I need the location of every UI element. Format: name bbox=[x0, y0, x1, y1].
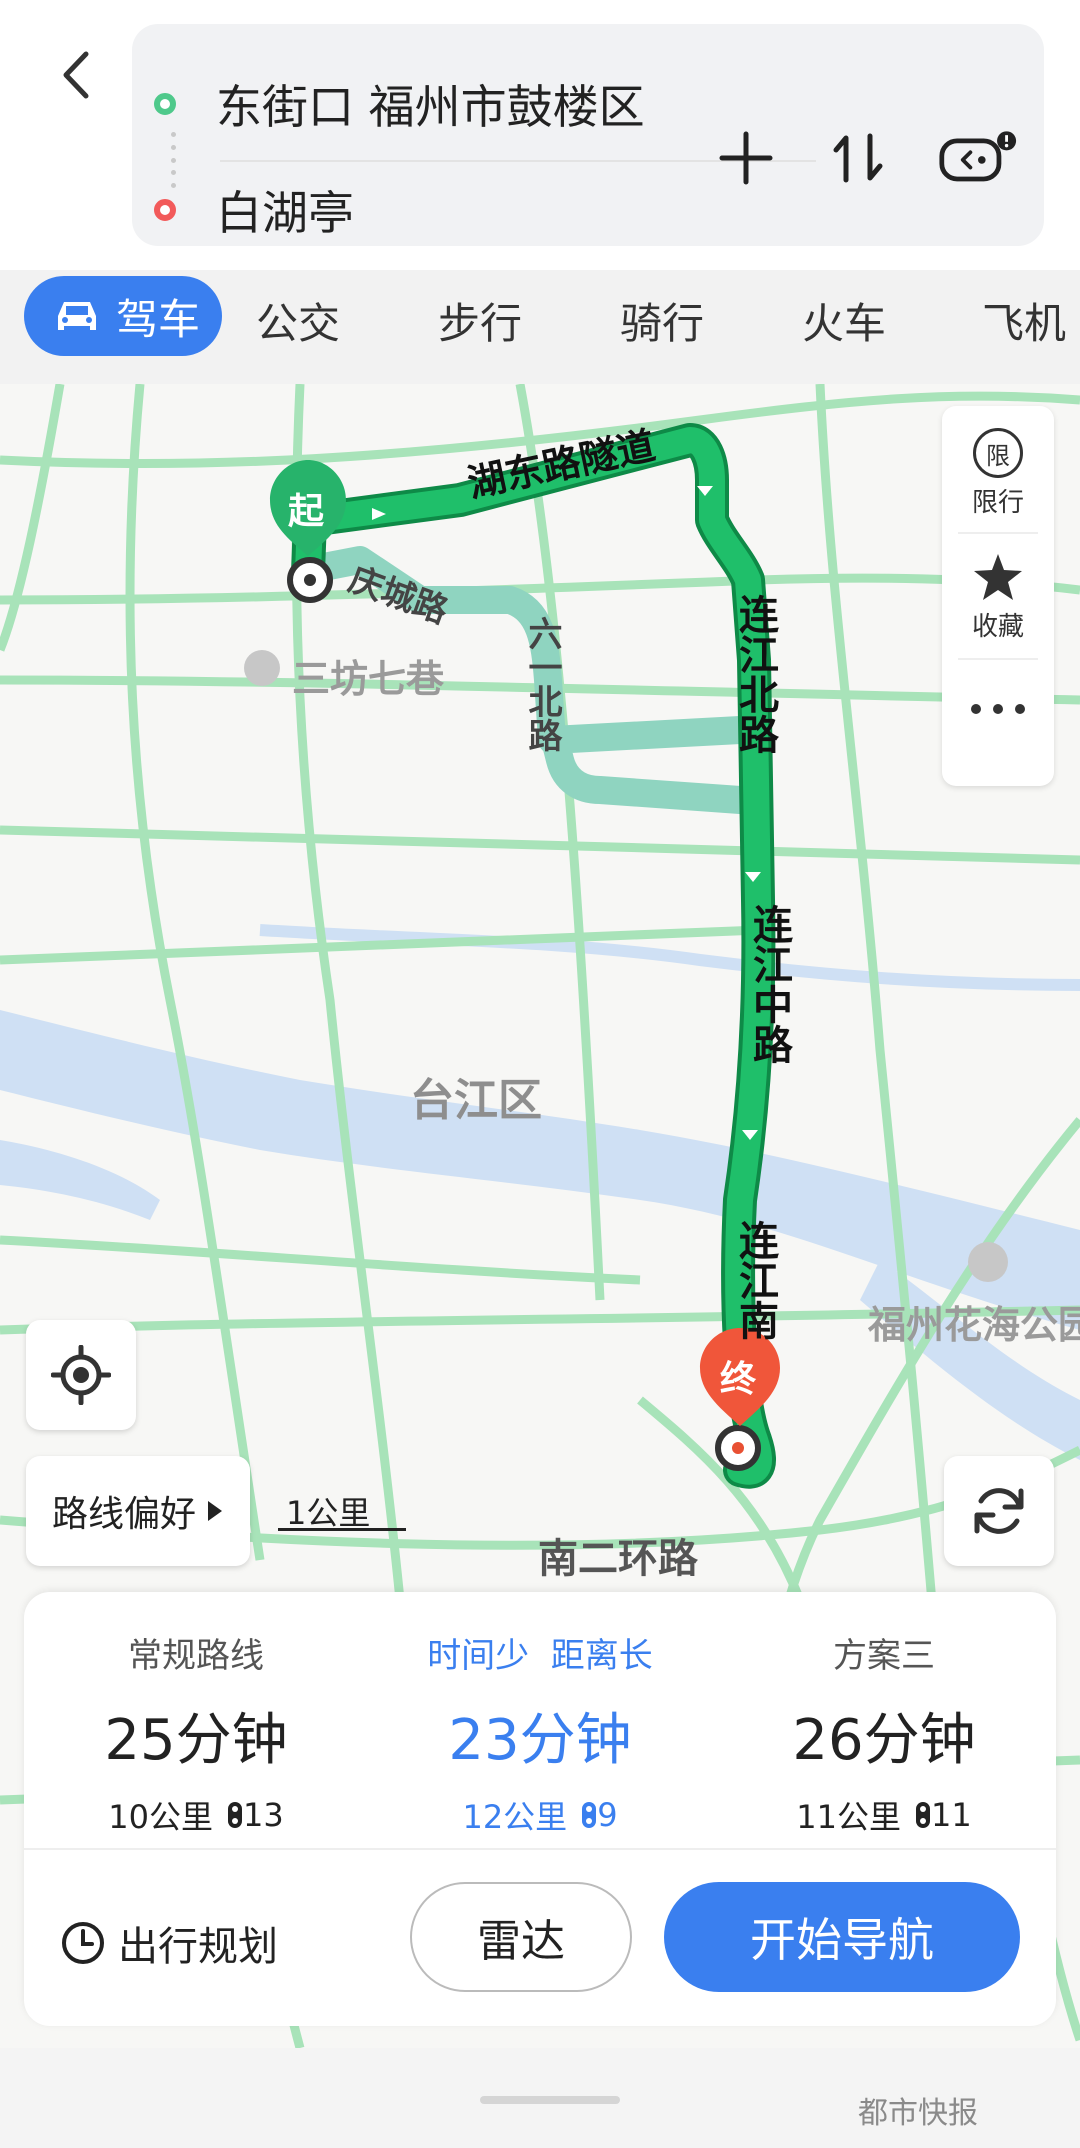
trip-plan-label: 出行规划 bbox=[118, 1924, 278, 1970]
park-icon bbox=[968, 1242, 1008, 1282]
traffic-light-icon: 11 bbox=[915, 1796, 972, 1834]
route-option-2[interactable]: 时间少 距离长 23分钟 12公里 9 bbox=[368, 1628, 712, 1838]
route-meta: 12公里 9 bbox=[368, 1792, 712, 1838]
tab-cycle[interactable]: 骑行 bbox=[620, 290, 704, 351]
more-options-button[interactable] bbox=[938, 118, 1018, 198]
traffic-light-icon: 9 bbox=[581, 1796, 618, 1834]
vehicle-settings-icon bbox=[939, 131, 1017, 182]
swap-icon bbox=[833, 133, 883, 183]
favorite-label: 收藏 bbox=[971, 612, 1024, 642]
origin-field[interactable]: 东街口 福州市鼓楼区 bbox=[132, 54, 645, 154]
back-button[interactable] bbox=[40, 40, 110, 110]
add-waypoint-button[interactable] bbox=[706, 118, 786, 198]
scale-bar bbox=[278, 1528, 406, 1531]
route-distance: 10公里 bbox=[108, 1798, 213, 1836]
origin-dot-icon bbox=[154, 93, 176, 115]
triangle-right-icon bbox=[208, 1501, 222, 1521]
tab-drive[interactable]: 驾车 bbox=[24, 276, 222, 356]
map-scale: 1公里 bbox=[278, 1488, 408, 1534]
destination-text: 白湖亭 bbox=[216, 186, 354, 240]
divider bbox=[24, 1848, 1056, 1850]
route-time: 25分钟 bbox=[104, 1708, 288, 1773]
label-ring-road: 南二环路 bbox=[538, 1536, 698, 1582]
label-sanfang: 三坊七巷 bbox=[292, 657, 445, 701]
label-lianjiang-mid: 连江中路 bbox=[746, 904, 792, 1064]
origin-text: 东街口 福州市鼓楼区 bbox=[216, 80, 645, 134]
label-liuyi: 六一北路 bbox=[522, 616, 562, 752]
watermark: 都市快报 bbox=[858, 2096, 978, 2131]
river bbox=[0, 1010, 1080, 1330]
home-indicator[interactable] bbox=[480, 2096, 620, 2104]
divider bbox=[958, 658, 1038, 660]
route-input-card: 东街口 福州市鼓楼区 白湖亭 bbox=[132, 24, 1044, 246]
route-meta: 10公里 13 bbox=[24, 1792, 368, 1838]
swap-button[interactable] bbox=[818, 118, 898, 198]
divider bbox=[958, 532, 1038, 534]
plus-icon bbox=[719, 131, 773, 185]
tab-train[interactable]: 火车 bbox=[802, 290, 886, 351]
refresh-button[interactable] bbox=[944, 1456, 1054, 1566]
restriction-button[interactable]: 限 限行 bbox=[942, 428, 1054, 519]
label-huahai: 福州花海公园 bbox=[868, 1303, 1080, 1347]
route-tag: 时间少 距离长 bbox=[427, 1636, 653, 1676]
label-taijiang: 台江区 bbox=[410, 1075, 542, 1126]
radar-button[interactable]: 雷达 bbox=[410, 1882, 632, 1992]
route-time: 26分钟 bbox=[792, 1708, 976, 1773]
end-marker-text: 终 bbox=[720, 1359, 757, 1400]
route-option-1[interactable]: 常规路线 25分钟 10公里 13 bbox=[24, 1628, 368, 1838]
route-distance: 11公里 bbox=[796, 1798, 901, 1836]
route-meta: 11公里 11 bbox=[712, 1792, 1056, 1838]
route-option-3[interactable]: 方案三 26分钟 11公里 11 bbox=[712, 1628, 1056, 1838]
locate-icon bbox=[51, 1345, 111, 1405]
label-lianjiang-north: 连江北路 bbox=[732, 594, 778, 754]
chevron-left-icon bbox=[63, 51, 89, 99]
traffic-light-icon: 13 bbox=[227, 1796, 284, 1834]
map-side-panel: 限 限行 收藏 bbox=[942, 406, 1054, 786]
route-header: 东街口 福州市鼓楼区 白湖亭 bbox=[0, 0, 1080, 270]
label-lianjiang-south: 连江南路 bbox=[732, 1220, 778, 1340]
route-distance: 12公里 bbox=[462, 1798, 568, 1836]
landmark-icon bbox=[244, 650, 280, 686]
start-navigation-button[interactable]: 开始导航 bbox=[664, 1882, 1020, 1992]
tab-drive-label: 驾车 bbox=[116, 294, 201, 344]
destination-field[interactable]: 白湖亭 bbox=[132, 160, 354, 260]
route-tag: 常规路线 bbox=[128, 1636, 264, 1676]
route-lights: 9 bbox=[597, 1796, 618, 1834]
route-summary-card: 常规路线 25分钟 10公里 13 时间少 距离长 23分钟 12公里 9 方案… bbox=[24, 1592, 1056, 2026]
clock-icon bbox=[62, 1922, 104, 1964]
tab-walk[interactable]: 步行 bbox=[438, 290, 522, 351]
locate-button[interactable] bbox=[26, 1320, 136, 1430]
star-icon bbox=[974, 554, 1022, 600]
route-preference-button[interactable]: 路线偏好 bbox=[26, 1456, 250, 1566]
canal bbox=[259, 924, 1080, 991]
restriction-icon: 限 bbox=[973, 428, 1023, 478]
more-dots-icon bbox=[971, 704, 1025, 714]
start-marker-text: 起 bbox=[288, 491, 325, 532]
radar-label: 雷达 bbox=[477, 1916, 565, 1967]
route-tag: 方案三 bbox=[833, 1636, 935, 1676]
destination-dot-icon bbox=[154, 199, 176, 221]
system-nav-bar: 都市快报 bbox=[0, 2048, 1080, 2148]
route-lights: 13 bbox=[243, 1796, 284, 1834]
car-icon bbox=[58, 302, 96, 330]
trip-plan-button[interactable]: 出行规划 bbox=[60, 1914, 278, 1972]
river-branch bbox=[0, 1140, 160, 1220]
start-navigation-label: 开始导航 bbox=[750, 1913, 934, 1967]
refresh-icon bbox=[974, 1488, 1024, 1534]
route-lights: 11 bbox=[931, 1796, 972, 1834]
more-button[interactable] bbox=[942, 702, 1054, 716]
tab-flight[interactable]: 飞机 bbox=[982, 290, 1066, 351]
restriction-label: 限行 bbox=[971, 488, 1024, 518]
favorite-button[interactable]: 收藏 bbox=[942, 552, 1054, 643]
tab-bus[interactable]: 公交 bbox=[256, 290, 340, 351]
route-time: 23分钟 bbox=[448, 1708, 632, 1773]
route-preference-label: 路线偏好 bbox=[51, 1494, 196, 1535]
